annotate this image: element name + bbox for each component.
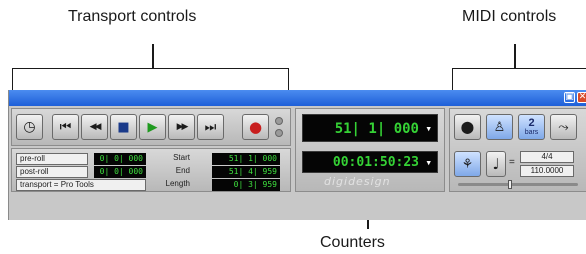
countoff-bars-unit: bars xyxy=(524,128,539,136)
metronome-icon: ♙ xyxy=(493,119,506,135)
conductor-track-button[interactable]: ⚘ xyxy=(454,151,481,177)
tempo-note-value-button[interactable]: ♩ xyxy=(486,151,506,177)
online-icon: ◷ xyxy=(23,119,36,135)
sub-counter-value: 00:01:50:23 xyxy=(332,155,419,170)
transport-controls-callout: Transport controls xyxy=(68,8,197,25)
tempo-equals: = xyxy=(509,157,515,168)
main-counter-value: 51| 1| 000 xyxy=(334,121,419,137)
go-to-end-button[interactable]: ⏭ xyxy=(197,114,224,140)
wait-for-note-icon: ⬤ xyxy=(460,120,475,134)
transport-buttons-panel: ◷ ⏮ ◀◀ ■ ▶ ▶▶ ⏭ ● xyxy=(11,108,291,146)
record-icon: ● xyxy=(248,117,263,136)
fast-forward-icon: ▶▶ xyxy=(176,121,189,132)
conductor-icon: ⚘ xyxy=(461,156,474,172)
main-counter[interactable]: 51| 1| 000 ▾ xyxy=(302,114,438,142)
start-value[interactable]: 51| 1| 000 xyxy=(212,153,280,165)
fast-forward-button[interactable]: ▶▶ xyxy=(168,114,195,140)
merge-icon: ⤳ xyxy=(558,119,569,135)
stop-icon: ■ xyxy=(117,119,130,135)
length-value[interactable]: 0| 3| 959 xyxy=(212,179,280,191)
return-to-zero-icon: ⏮ xyxy=(59,119,72,135)
midi-controls-panel: ⬤ ♙ 2 bars ⤳ ⚘ ♩ = 4/4 110.0000 xyxy=(449,108,586,192)
digidesign-logo: digidesign xyxy=(324,175,391,188)
return-to-zero-button[interactable]: ⏮ xyxy=(52,114,79,140)
end-value[interactable]: 51| 4| 959 xyxy=(212,166,280,178)
transport-mode-selector[interactable]: transport = Pro Tools xyxy=(16,179,146,191)
countoff-bars-number: 2 xyxy=(528,116,535,129)
preroll-toggle[interactable]: pre-roll xyxy=(16,153,88,165)
counters-callout: Counters xyxy=(320,234,385,251)
zoom-icon[interactable]: ▣ xyxy=(564,92,575,103)
transport-callout-stem xyxy=(152,44,154,69)
counters-panel: 51| 1| 000 ▾ 00:01:50:23 ▾ digidesign xyxy=(295,108,445,192)
midi-merge-button[interactable]: ⤳ xyxy=(550,114,577,140)
start-label: Start xyxy=(173,153,190,162)
rewind-button[interactable]: ◀◀ xyxy=(81,114,108,140)
online-button[interactable]: ◷ xyxy=(16,114,43,140)
play-icon: ▶ xyxy=(147,119,158,135)
stop-button[interactable]: ■ xyxy=(110,114,137,140)
wait-for-note-button[interactable]: ⬤ xyxy=(454,114,481,140)
close-icon[interactable]: ✕ xyxy=(577,92,586,103)
midi-controls-callout: MIDI controls xyxy=(462,8,557,25)
tempo-slider-thumb[interactable] xyxy=(508,180,512,189)
postroll-toggle[interactable]: post-roll xyxy=(16,166,88,178)
play-button[interactable]: ▶ xyxy=(139,114,166,140)
metronome-button[interactable]: ♙ xyxy=(486,114,513,140)
preroll-value[interactable]: 0| 0| 000 xyxy=(94,153,146,165)
indicator-light-bottom xyxy=(275,129,283,137)
sub-counter[interactable]: 00:01:50:23 ▾ xyxy=(302,151,438,173)
countoff-button[interactable]: 2 bars xyxy=(518,114,545,140)
midi-callout-stem xyxy=(514,44,516,69)
expanded-transport-panel: pre-roll 0| 0| 000 post-roll 0| 0| 000 t… xyxy=(11,148,291,192)
indicator-light-top xyxy=(275,117,283,125)
tempo-field[interactable]: 110.0000 xyxy=(520,165,574,177)
meter-field[interactable]: 4/4 xyxy=(520,151,574,163)
quarter-note-icon: ♩ xyxy=(492,154,500,173)
tempo-slider-track[interactable] xyxy=(458,183,578,186)
go-to-end-icon: ⏭ xyxy=(204,119,217,135)
window-titlebar[interactable]: ▣ ✕ xyxy=(9,90,586,106)
end-label: End xyxy=(175,166,190,175)
sub-counter-menu-icon[interactable]: ▾ xyxy=(425,156,432,169)
record-button[interactable]: ● xyxy=(242,114,269,140)
length-label: Length xyxy=(165,179,190,188)
main-counter-menu-icon[interactable]: ▾ xyxy=(425,122,432,135)
transport-window: ▣ ✕ ◷ ⏮ ◀◀ ■ ▶ ▶▶ ⏭ ● pre-roll 0| 0| 000… xyxy=(8,90,586,220)
rewind-icon: ◀◀ xyxy=(89,121,102,132)
postroll-value[interactable]: 0| 0| 000 xyxy=(94,166,146,178)
